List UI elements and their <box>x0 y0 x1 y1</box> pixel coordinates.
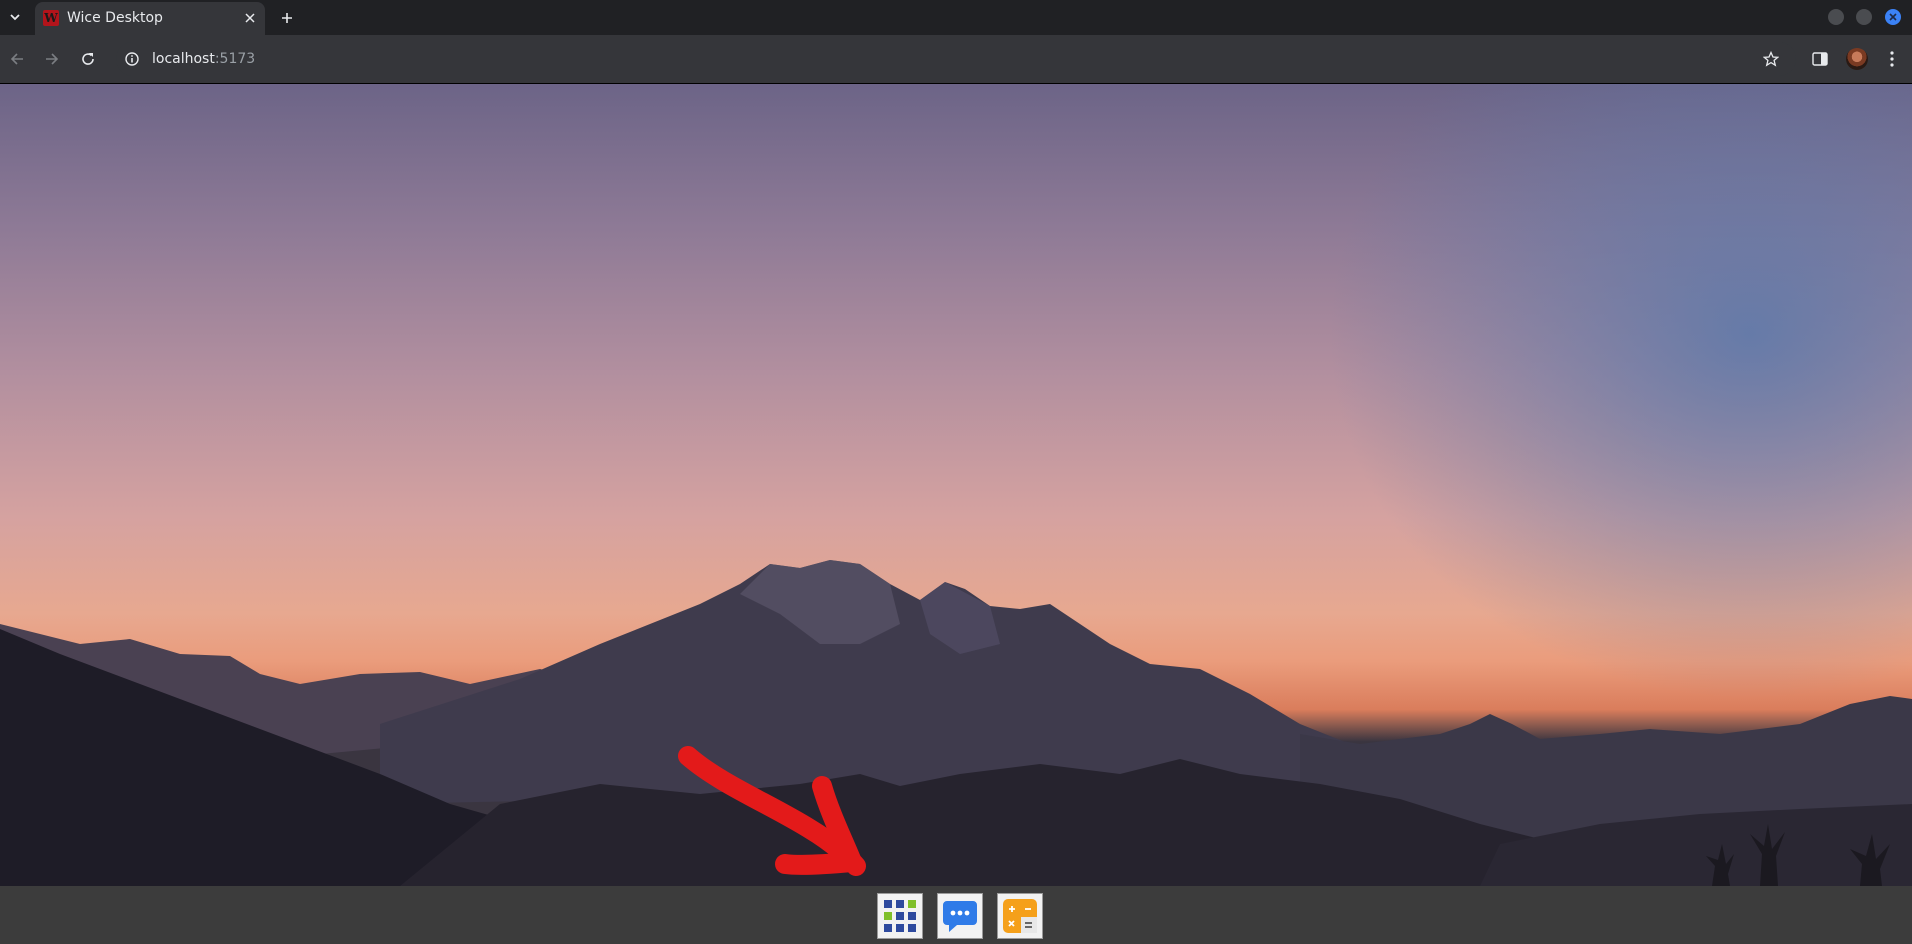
chat-bubble-icon <box>943 901 977 932</box>
url-port: :5173 <box>214 51 256 67</box>
site-info-button[interactable] <box>124 51 140 67</box>
url-host: localhost <box>152 51 215 67</box>
browser-tab-strip: W Wice Desktop <box>0 0 1912 35</box>
side-panel-button[interactable] <box>1809 48 1831 70</box>
browser-tab[interactable]: W Wice Desktop <box>35 2 265 35</box>
info-icon <box>125 52 139 66</box>
url-text[interactable]: localhost:5173 <box>152 51 255 67</box>
arrow-right-icon <box>46 53 59 65</box>
bookmark-button[interactable] <box>1760 48 1782 70</box>
reload-icon <box>82 53 94 65</box>
taskbar-messages[interactable] <box>937 893 983 939</box>
browser-menu-button[interactable] <box>1881 48 1903 70</box>
grid-apps-icon <box>884 900 916 932</box>
desktop-wallpaper <box>0 84 1912 886</box>
plus-icon <box>282 13 292 23</box>
back-button[interactable] <box>6 48 28 70</box>
close-icon <box>245 13 255 23</box>
close-icon <box>1889 13 1897 21</box>
window-close-button[interactable] <box>1885 9 1901 25</box>
window-maximize-button[interactable] <box>1856 9 1872 25</box>
browser-toolbar: localhost:5173 <box>0 35 1912 84</box>
calculator-icon <box>1003 899 1037 933</box>
address-bar[interactable]: localhost:5173 <box>116 42 1796 76</box>
profile-avatar[interactable] <box>1846 48 1868 70</box>
new-tab-button[interactable] <box>275 6 299 30</box>
taskbar-app-grid[interactable] <box>877 893 923 939</box>
mountain-landscape <box>0 560 1912 886</box>
desktop-taskbar <box>0 886 1912 944</box>
forward-button[interactable] <box>41 48 63 70</box>
side-panel-icon <box>1812 52 1828 66</box>
kebab-menu-icon <box>1890 51 1894 67</box>
arrow-left-icon <box>10 53 23 65</box>
tab-search-button[interactable] <box>3 6 27 28</box>
reload-button[interactable] <box>77 48 99 70</box>
star-icon <box>1763 51 1779 67</box>
tab-title: Wice Desktop <box>67 10 163 26</box>
favicon-icon: W <box>43 10 59 26</box>
tab-close-button[interactable] <box>241 9 259 27</box>
window-minimize-button[interactable] <box>1828 9 1844 25</box>
taskbar-calculator[interactable] <box>997 893 1043 939</box>
chevron-down-icon <box>10 14 20 21</box>
